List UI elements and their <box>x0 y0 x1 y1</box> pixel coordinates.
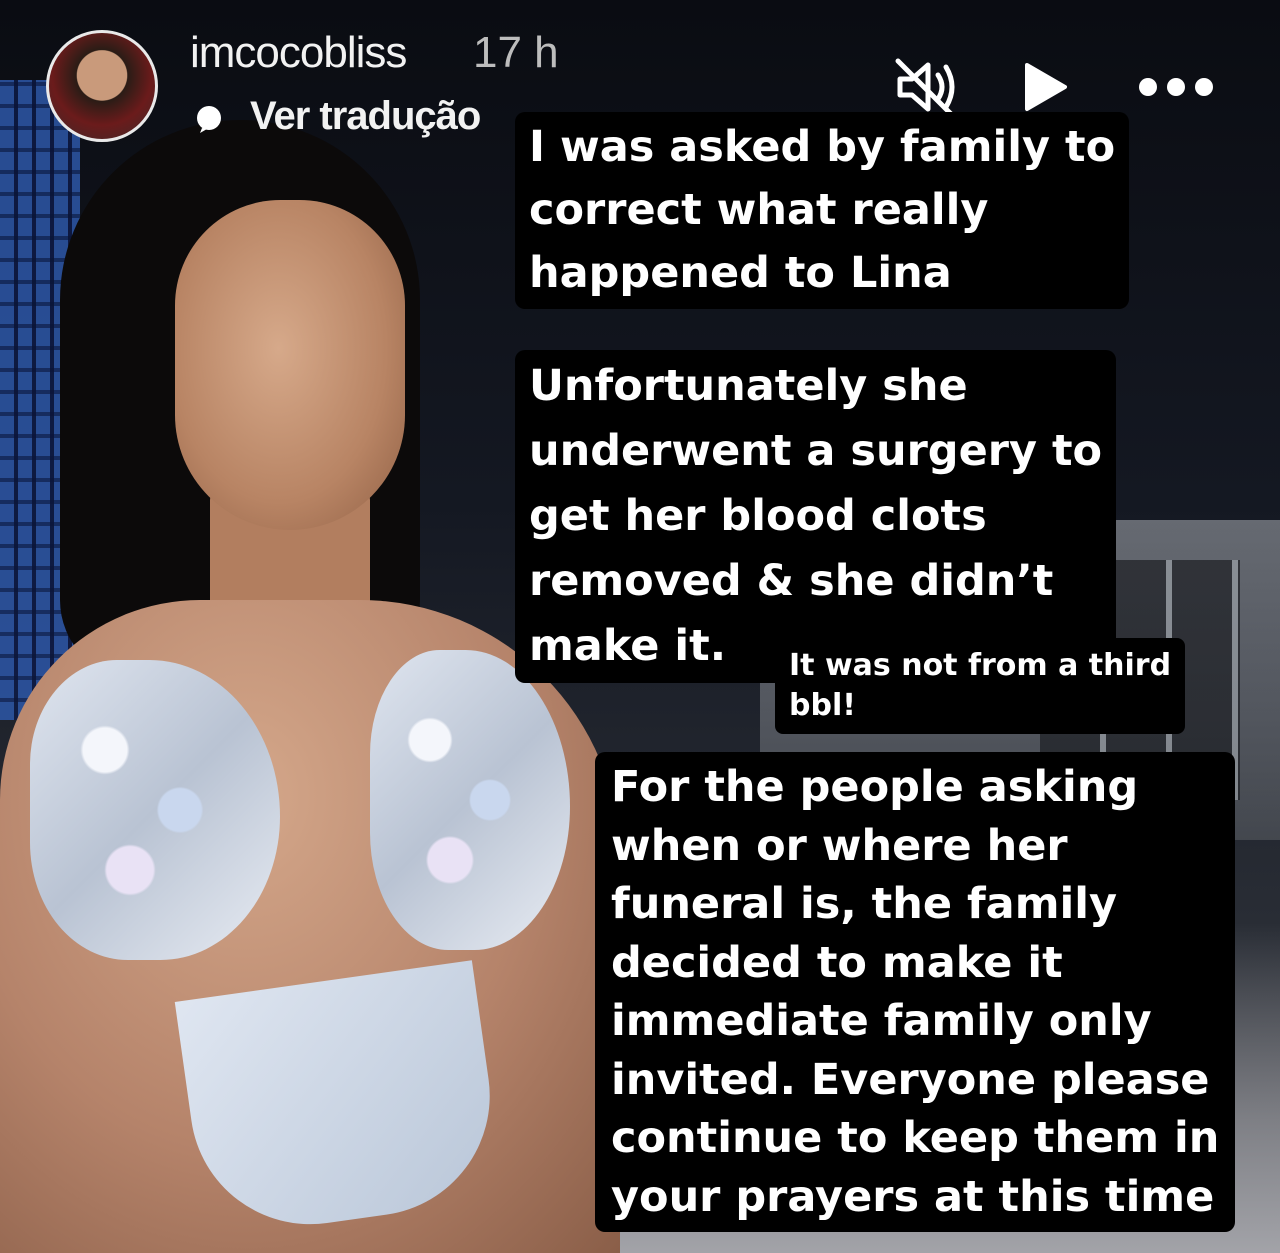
translate-icon[interactable] <box>194 104 224 134</box>
person-face <box>175 200 405 530</box>
caption-line: your prayers at this time <box>611 1171 1215 1222</box>
play-icon <box>1025 63 1067 111</box>
caption-block-1: I was asked by family to correct what re… <box>515 112 1130 309</box>
caption-line: when or where her <box>611 820 1068 871</box>
caption-line: funeral is, the family <box>611 879 1118 929</box>
caption-line: decided to make it <box>611 937 1063 988</box>
caption-line: happened to Lina <box>529 248 952 298</box>
caption-line: continue to keep them in <box>611 1113 1220 1163</box>
caption-line: underwent a surgery to <box>529 426 1103 476</box>
caption-line: Unfortunately she <box>529 361 968 411</box>
caption-block-2: Unfortunately she underwent a surgery to… <box>515 350 1117 683</box>
username[interactable]: imcocobliss <box>190 28 407 78</box>
caption-line: correct what really <box>529 185 989 235</box>
caption-line: bbl! <box>789 688 856 723</box>
caption-block-3: It was not from a third bbl! <box>775 638 1186 734</box>
more-options-icon <box>1139 78 1213 96</box>
caption-line: invited. Everyone please <box>611 1054 1210 1105</box>
caption-line: I was asked by family to <box>529 122 1116 172</box>
caption-line: immediate family only <box>611 996 1152 1046</box>
see-translation-link[interactable]: Ver tradução <box>250 94 481 139</box>
caption-line: For the people asking <box>611 762 1139 812</box>
speaker-muted-icon <box>895 58 955 117</box>
post-timestamp: 17 h <box>473 28 559 77</box>
caption-line: get her blood clots <box>529 491 987 541</box>
caption-line: removed & she didn’t <box>529 556 1054 606</box>
more-options-button[interactable] <box>1126 52 1226 122</box>
avatar[interactable] <box>46 30 158 142</box>
caption-block-4: For the people asking when or where her … <box>595 752 1236 1232</box>
caption-line: It was not from a third <box>789 648 1172 683</box>
